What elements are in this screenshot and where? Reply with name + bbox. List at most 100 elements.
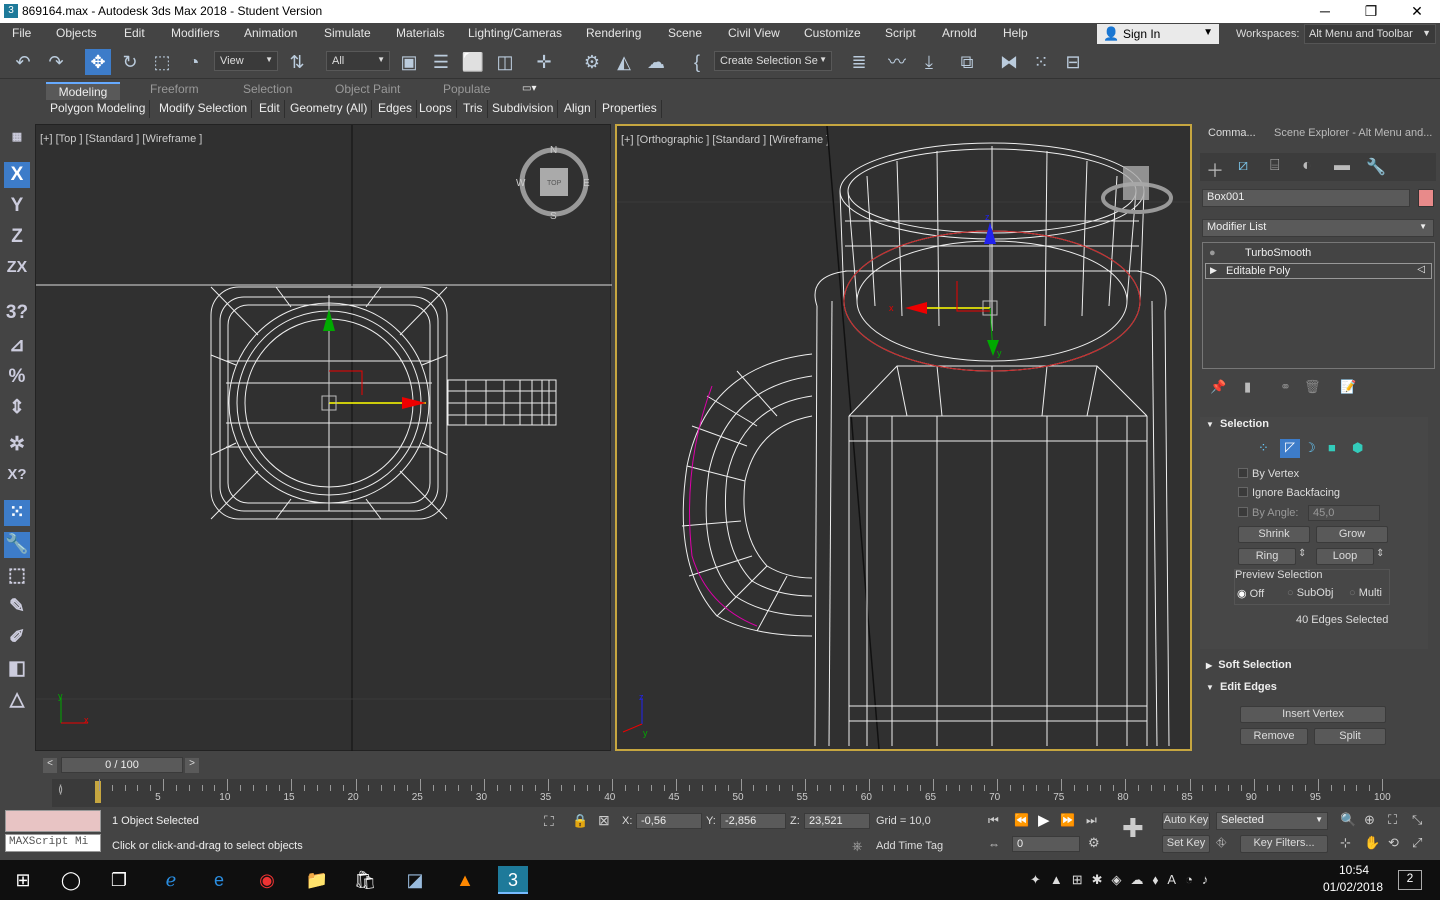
modify-icon[interactable]: ⧄: [1238, 157, 1248, 175]
maxscript-mini-listener[interactable]: MAXScript Mi: [5, 834, 101, 852]
menu-scene[interactable]: Scene: [668, 26, 702, 40]
expand-icon[interactable]: ▶: [1210, 265, 1217, 276]
menu-simulate[interactable]: Simulate: [324, 26, 371, 40]
top-viewport[interactable]: [+] [Top ] [Standard ] [Wireframe ] y x …: [35, 124, 612, 752]
key-mode-icon[interactable]: ⇔: [988, 837, 1000, 851]
preview-multi-radio[interactable]: ○ Multi: [1349, 587, 1382, 599]
move-gizmo-icon[interactable]: ✛: [531, 49, 557, 75]
window-icon[interactable]: ◧: [4, 656, 30, 682]
tab-freeform[interactable]: Freeform: [150, 82, 199, 96]
lock-icon[interactable]: 🔒: [572, 813, 588, 829]
time-tag-icon[interactable]: ⎈: [852, 838, 862, 854]
configure-sets-icon[interactable]: 📝: [1340, 379, 1356, 395]
previous-frame-icon[interactable]: ⏪: [1014, 813, 1029, 827]
subtab-polygon-modeling[interactable]: Polygon Modeling: [46, 100, 151, 118]
current-frame-field[interactable]: 0: [1012, 836, 1080, 852]
store-icon[interactable]: 🛍: [350, 866, 380, 894]
wrench-icon[interactable]: 🔧: [4, 532, 30, 558]
grow-button[interactable]: Grow: [1316, 526, 1388, 543]
snap-toggle-icon[interactable]: ✲: [4, 432, 30, 458]
constrain-x-icon[interactable]: X: [4, 162, 30, 188]
workspace-dropdown[interactable]: Alt Menu and Toolbar ▼: [1304, 24, 1436, 44]
next-frame-icon[interactable]: ⏩: [1060, 813, 1075, 827]
auto-key-button[interactable]: Auto Key: [1162, 812, 1210, 830]
schematic-view-icon[interactable]: ⧉: [954, 49, 980, 75]
time-config-icon[interactable]: ⚙: [1088, 835, 1100, 851]
maximize-viewport-icon[interactable]: ⤢: [1412, 835, 1422, 851]
orbit-icon[interactable]: ⟲: [1388, 835, 1399, 851]
isolate-icon[interactable]: ⁙: [1028, 49, 1054, 75]
time-slider-marker[interactable]: [95, 781, 101, 803]
z-coordinate-field[interactable]: 23,521: [804, 813, 870, 829]
subtab-properties[interactable]: Properties: [598, 100, 662, 118]
menu-arnold[interactable]: Arnold: [942, 26, 977, 40]
selection-filter-dropdown[interactable]: All ▼: [326, 51, 390, 71]
close-button[interactable]: ✕: [1394, 0, 1440, 23]
tab-scene-explorer[interactable]: Scene Explorer - Alt Menu and...: [1274, 127, 1432, 139]
align-icon[interactable]: ⤓: [916, 49, 942, 75]
file-explorer-icon[interactable]: 📁: [302, 866, 332, 894]
y-coordinate-field[interactable]: -2,856: [720, 813, 786, 829]
place-icon[interactable]: ◔: [181, 49, 207, 75]
rotate-icon[interactable]: ↻: [117, 49, 143, 75]
mini-curve-icon[interactable]: ≬: [58, 783, 63, 796]
isolate-selection-icon[interactable]: ⛶: [544, 813, 554, 830]
key-set-dropdown[interactable]: Selected ▼: [1216, 812, 1328, 830]
subtab-subdivision[interactable]: Subdivision: [488, 100, 559, 118]
time-slider[interactable]: 0 / 100: [61, 757, 183, 773]
constrain-zx-icon[interactable]: ZX: [4, 255, 30, 281]
tab-selection[interactable]: Selection: [243, 82, 292, 96]
spinner-snap-icon[interactable]: ⇕: [4, 395, 30, 421]
angle-snap-icon[interactable]: ⊿: [4, 333, 30, 359]
frame-icon[interactable]: ⬚: [4, 563, 30, 589]
snap-3d-icon[interactable]: ⚙: [579, 49, 605, 75]
track-bar[interactable]: ≬ 5 10 15 20 25 30 35 40 45 50 55 60 65 70 75 80 85 90 95 1…: [52, 779, 1440, 807]
select-object-icon[interactable]: ▣: [396, 49, 422, 75]
zoom-extents-all-icon[interactable]: ⤡: [1412, 812, 1422, 828]
remove-button[interactable]: Remove: [1240, 728, 1308, 745]
menu-objects[interactable]: Objects: [56, 26, 97, 40]
ribbon-options-icon[interactable]: ▭▾: [522, 83, 536, 94]
loop-button[interactable]: Loop: [1316, 548, 1374, 565]
pivot-icon[interactable]: ⇅: [284, 49, 310, 75]
menu-script[interactable]: Script: [885, 26, 916, 40]
tab-command[interactable]: Comma...: [1208, 127, 1256, 139]
edit-icon[interactable]: ✎: [4, 594, 30, 620]
display-icon[interactable]: ▬: [1334, 157, 1350, 175]
make-unique-icon[interactable]: ⚭: [1280, 379, 1291, 395]
utilities-icon[interactable]: 🔧: [1366, 157, 1386, 177]
next-frame-icon[interactable]: >: [185, 758, 199, 773]
layer-explorer-icon[interactable]: ≣: [846, 49, 872, 75]
preview-subobj-radio[interactable]: ○ SubObj: [1287, 587, 1333, 599]
zoom-extents-icon[interactable]: ⛶: [1388, 812, 1397, 828]
edit-named-selection-icon[interactable]: {: [684, 49, 710, 75]
subtab-tris[interactable]: Tris: [459, 100, 488, 118]
ribbon-toggle-icon[interactable]: ⊟: [1060, 49, 1086, 75]
loop-spinner-icon[interactable]: ⇕: [1376, 548, 1384, 559]
subtab-edges[interactable]: Edges: [374, 100, 418, 118]
polygon-icon[interactable]: ■: [1328, 440, 1336, 455]
scale-icon[interactable]: ⬚: [149, 49, 175, 75]
menu-file[interactable]: File: [12, 26, 31, 40]
minimize-button[interactable]: ─: [1302, 0, 1348, 23]
set-key-icon[interactable]: ✚: [1122, 813, 1144, 844]
by-vertex-checkbox[interactable]: By Vertex: [1238, 468, 1299, 480]
ignore-backfacing-checkbox[interactable]: Ignore Backfacing: [1238, 487, 1340, 499]
modifier-list-dropdown[interactable]: Modifier List ▼: [1202, 219, 1434, 237]
menu-modifiers[interactable]: Modifiers: [171, 26, 220, 40]
zoom-all-icon[interactable]: ⊕: [1364, 812, 1375, 828]
tab-object-paint[interactable]: Object Paint: [335, 82, 400, 96]
percent-snap-icon[interactable]: ☁: [643, 49, 669, 75]
menu-lighting-cameras[interactable]: Lighting/Cameras: [468, 26, 562, 40]
notifications-badge[interactable]: 2: [1398, 870, 1422, 890]
menu-materials[interactable]: Materials: [396, 26, 445, 40]
vertex-icon[interactable]: ⁘: [1258, 440, 1269, 456]
sign-in-button[interactable]: 👤 Sign In ▼: [1097, 24, 1219, 44]
by-angle-checkbox[interactable]: By Angle:: [1238, 507, 1298, 519]
remove-modifier-icon[interactable]: 🗑: [1304, 379, 1321, 395]
motion-icon[interactable]: ◐: [1302, 157, 1312, 175]
play-icon[interactable]: ▶: [1038, 811, 1050, 829]
menu-edit[interactable]: Edit: [124, 26, 145, 40]
maximize-button[interactable]: ❐: [1348, 0, 1394, 23]
menu-customize[interactable]: Customize: [804, 26, 861, 40]
